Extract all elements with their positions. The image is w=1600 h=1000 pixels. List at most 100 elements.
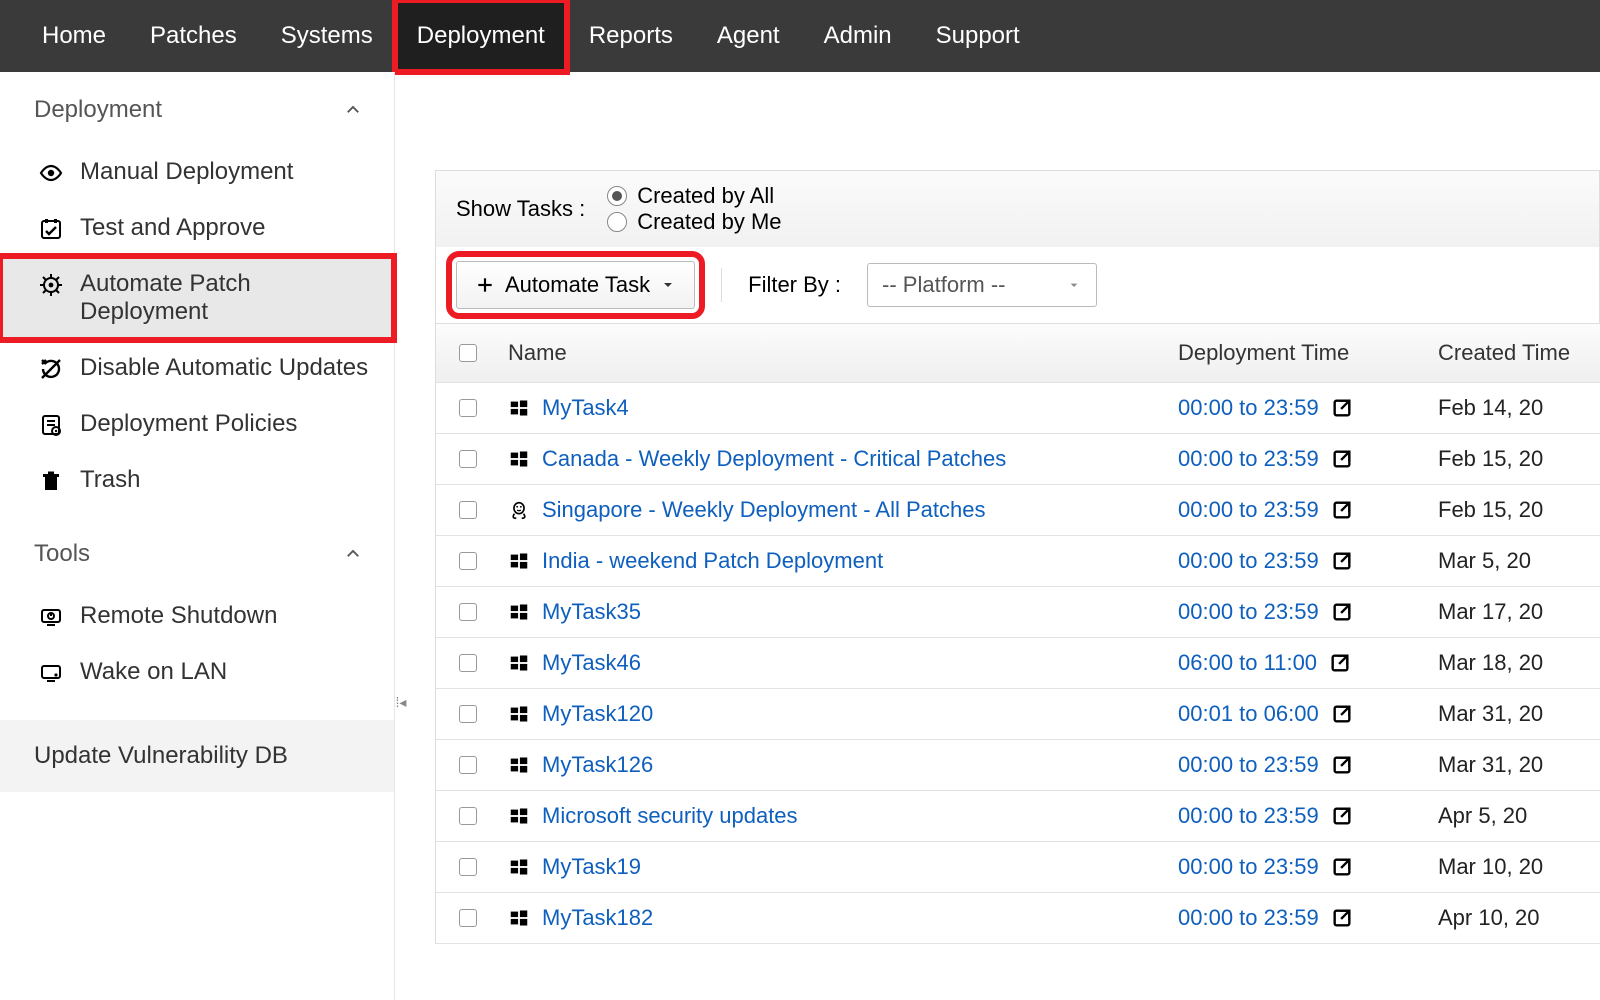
sidebar-item-automate-patch-deployment[interactable]: Automate Patch Deployment [0, 256, 394, 340]
task-name-link[interactable]: Canada - Weekly Deployment - Critical Pa… [542, 446, 1006, 472]
table-row: MyTask46 06:00 to 11:00 Mar 18, 20 [436, 638, 1600, 689]
chevron-up-icon [344, 545, 362, 563]
section-title: Deployment [34, 96, 162, 124]
deployment-time-link[interactable]: 00:00 to 23:59 [1178, 599, 1319, 625]
show-tasks-label: Show Tasks : [456, 196, 585, 222]
win-icon [508, 754, 530, 776]
sidebar-item-label: Automate Patch Deployment [80, 270, 374, 326]
deployment-time-link[interactable]: 00:00 to 23:59 [1178, 803, 1319, 829]
task-name-link[interactable]: MyTask19 [542, 854, 641, 880]
row-checkbox[interactable] [459, 705, 477, 723]
created-time: Mar 18, 20 [1430, 650, 1600, 676]
popout-icon[interactable] [1331, 448, 1353, 470]
nav-systems[interactable]: Systems [259, 0, 395, 72]
table-row: MyTask4 00:00 to 23:59 Feb 14, 20 [436, 383, 1600, 434]
sidebar-item-remote-shutdown[interactable]: Remote Shutdown [0, 588, 394, 644]
nav-deployment[interactable]: Deployment [395, 0, 567, 72]
row-checkbox[interactable] [459, 654, 477, 672]
col-name[interactable]: Name [500, 340, 1170, 366]
row-checkbox[interactable] [459, 501, 477, 519]
update-vuln-db[interactable]: Update Vulnerability DB [0, 720, 394, 792]
row-checkbox[interactable] [459, 909, 477, 927]
popout-icon[interactable] [1331, 805, 1353, 827]
popout-icon[interactable] [1331, 856, 1353, 878]
task-name-link[interactable]: MyTask35 [542, 599, 641, 625]
task-name-link[interactable]: MyTask120 [542, 701, 653, 727]
task-name-link[interactable]: MyTask126 [542, 752, 653, 778]
created-time: Feb 15, 20 [1430, 446, 1600, 472]
popout-icon[interactable] [1331, 754, 1353, 776]
sidebar-item-label: Wake on LAN [80, 658, 227, 686]
filter-by-label: Filter By : [748, 272, 841, 298]
col-deploy-time[interactable]: Deployment Time [1170, 340, 1430, 366]
task-name-link[interactable]: Singapore - Weekly Deployment - All Patc… [542, 497, 985, 523]
eye-icon [38, 160, 64, 186]
popout-icon[interactable] [1329, 652, 1351, 674]
popout-icon[interactable] [1331, 907, 1353, 929]
created-time: Apr 5, 20 [1430, 803, 1600, 829]
section-tools[interactable]: Tools [0, 516, 394, 588]
col-created-time[interactable]: Created Time [1430, 340, 1600, 366]
nav-patches[interactable]: Patches [128, 0, 259, 72]
deployment-time-link[interactable]: 00:00 to 23:59 [1178, 497, 1319, 523]
show-tasks-bar: Show Tasks : Created by All Created by M… [435, 170, 1600, 247]
deployment-time-link[interactable]: 00:00 to 23:59 [1178, 446, 1319, 472]
trash-icon [38, 468, 64, 494]
deployment-time-link[interactable]: 00:00 to 23:59 [1178, 548, 1319, 574]
sidebar-collapse-handle[interactable]: ⁞◂ [394, 672, 408, 732]
section-deployment[interactable]: Deployment [0, 72, 394, 144]
task-name-link[interactable]: MyTask46 [542, 650, 641, 676]
radio-created-by-me[interactable]: Created by Me [607, 209, 781, 235]
table-row: Singapore - Weekly Deployment - All Patc… [436, 485, 1600, 536]
deployment-time-link[interactable]: 00:00 to 23:59 [1178, 752, 1319, 778]
platform-select[interactable]: -- Platform -- [867, 263, 1097, 307]
deployment-time-link[interactable]: 00:01 to 06:00 [1178, 701, 1319, 727]
deployment-time-link[interactable]: 00:00 to 23:59 [1178, 905, 1319, 931]
task-name-link[interactable]: Microsoft security updates [542, 803, 798, 829]
created-time: Mar 31, 20 [1430, 701, 1600, 727]
table-row: MyTask182 00:00 to 23:59 Apr 10, 20 [436, 893, 1600, 944]
table-row: MyTask35 00:00 to 23:59 Mar 17, 20 [436, 587, 1600, 638]
task-name-link[interactable]: MyTask4 [542, 395, 629, 421]
row-checkbox[interactable] [459, 552, 477, 570]
nav-home[interactable]: Home [20, 0, 128, 72]
deployment-time-link[interactable]: 00:00 to 23:59 [1178, 854, 1319, 880]
automate-task-button[interactable]: Automate Task [456, 261, 695, 309]
row-checkbox[interactable] [459, 399, 477, 417]
popout-icon[interactable] [1331, 499, 1353, 521]
nav-agent[interactable]: Agent [695, 0, 802, 72]
row-checkbox[interactable] [459, 756, 477, 774]
approve-icon [38, 216, 64, 242]
sidebar-item-wake-on-lan[interactable]: Wake on LAN [0, 644, 394, 700]
sidebar-item-trash[interactable]: Trash [0, 452, 394, 508]
created-time: Mar 31, 20 [1430, 752, 1600, 778]
popout-icon[interactable] [1331, 550, 1353, 572]
row-checkbox[interactable] [459, 603, 477, 621]
win-icon [508, 448, 530, 470]
popout-icon[interactable] [1331, 601, 1353, 623]
select-all-checkbox[interactable] [459, 344, 477, 362]
top-nav: HomePatchesSystemsDeploymentReportsAgent… [0, 0, 1600, 72]
popout-icon[interactable] [1331, 703, 1353, 725]
linux-icon [508, 499, 530, 521]
task-name-link[interactable]: MyTask182 [542, 905, 653, 931]
nav-support[interactable]: Support [914, 0, 1042, 72]
sidebar-item-test-and-approve[interactable]: Test and Approve [0, 200, 394, 256]
sidebar: ⁞◂ Deployment Manual Deployment Test and… [0, 72, 395, 1000]
policy-icon [38, 412, 64, 438]
sidebar-item-disable-automatic-updates[interactable]: Disable Automatic Updates [0, 340, 394, 396]
deployment-time-link[interactable]: 06:00 to 11:00 [1178, 650, 1317, 676]
row-checkbox[interactable] [459, 450, 477, 468]
row-checkbox[interactable] [459, 858, 477, 876]
row-checkbox[interactable] [459, 807, 477, 825]
nav-admin[interactable]: Admin [802, 0, 914, 72]
task-name-link[interactable]: India - weekend Patch Deployment [542, 548, 883, 574]
radio-created-by-all[interactable]: Created by All [607, 183, 781, 209]
popout-icon[interactable] [1331, 397, 1353, 419]
table-row: MyTask19 00:00 to 23:59 Mar 10, 20 [436, 842, 1600, 893]
sidebar-item-manual-deployment[interactable]: Manual Deployment [0, 144, 394, 200]
caret-down-icon [660, 277, 676, 293]
sidebar-item-deployment-policies[interactable]: Deployment Policies [0, 396, 394, 452]
nav-reports[interactable]: Reports [567, 0, 695, 72]
deployment-time-link[interactable]: 00:00 to 23:59 [1178, 395, 1319, 421]
